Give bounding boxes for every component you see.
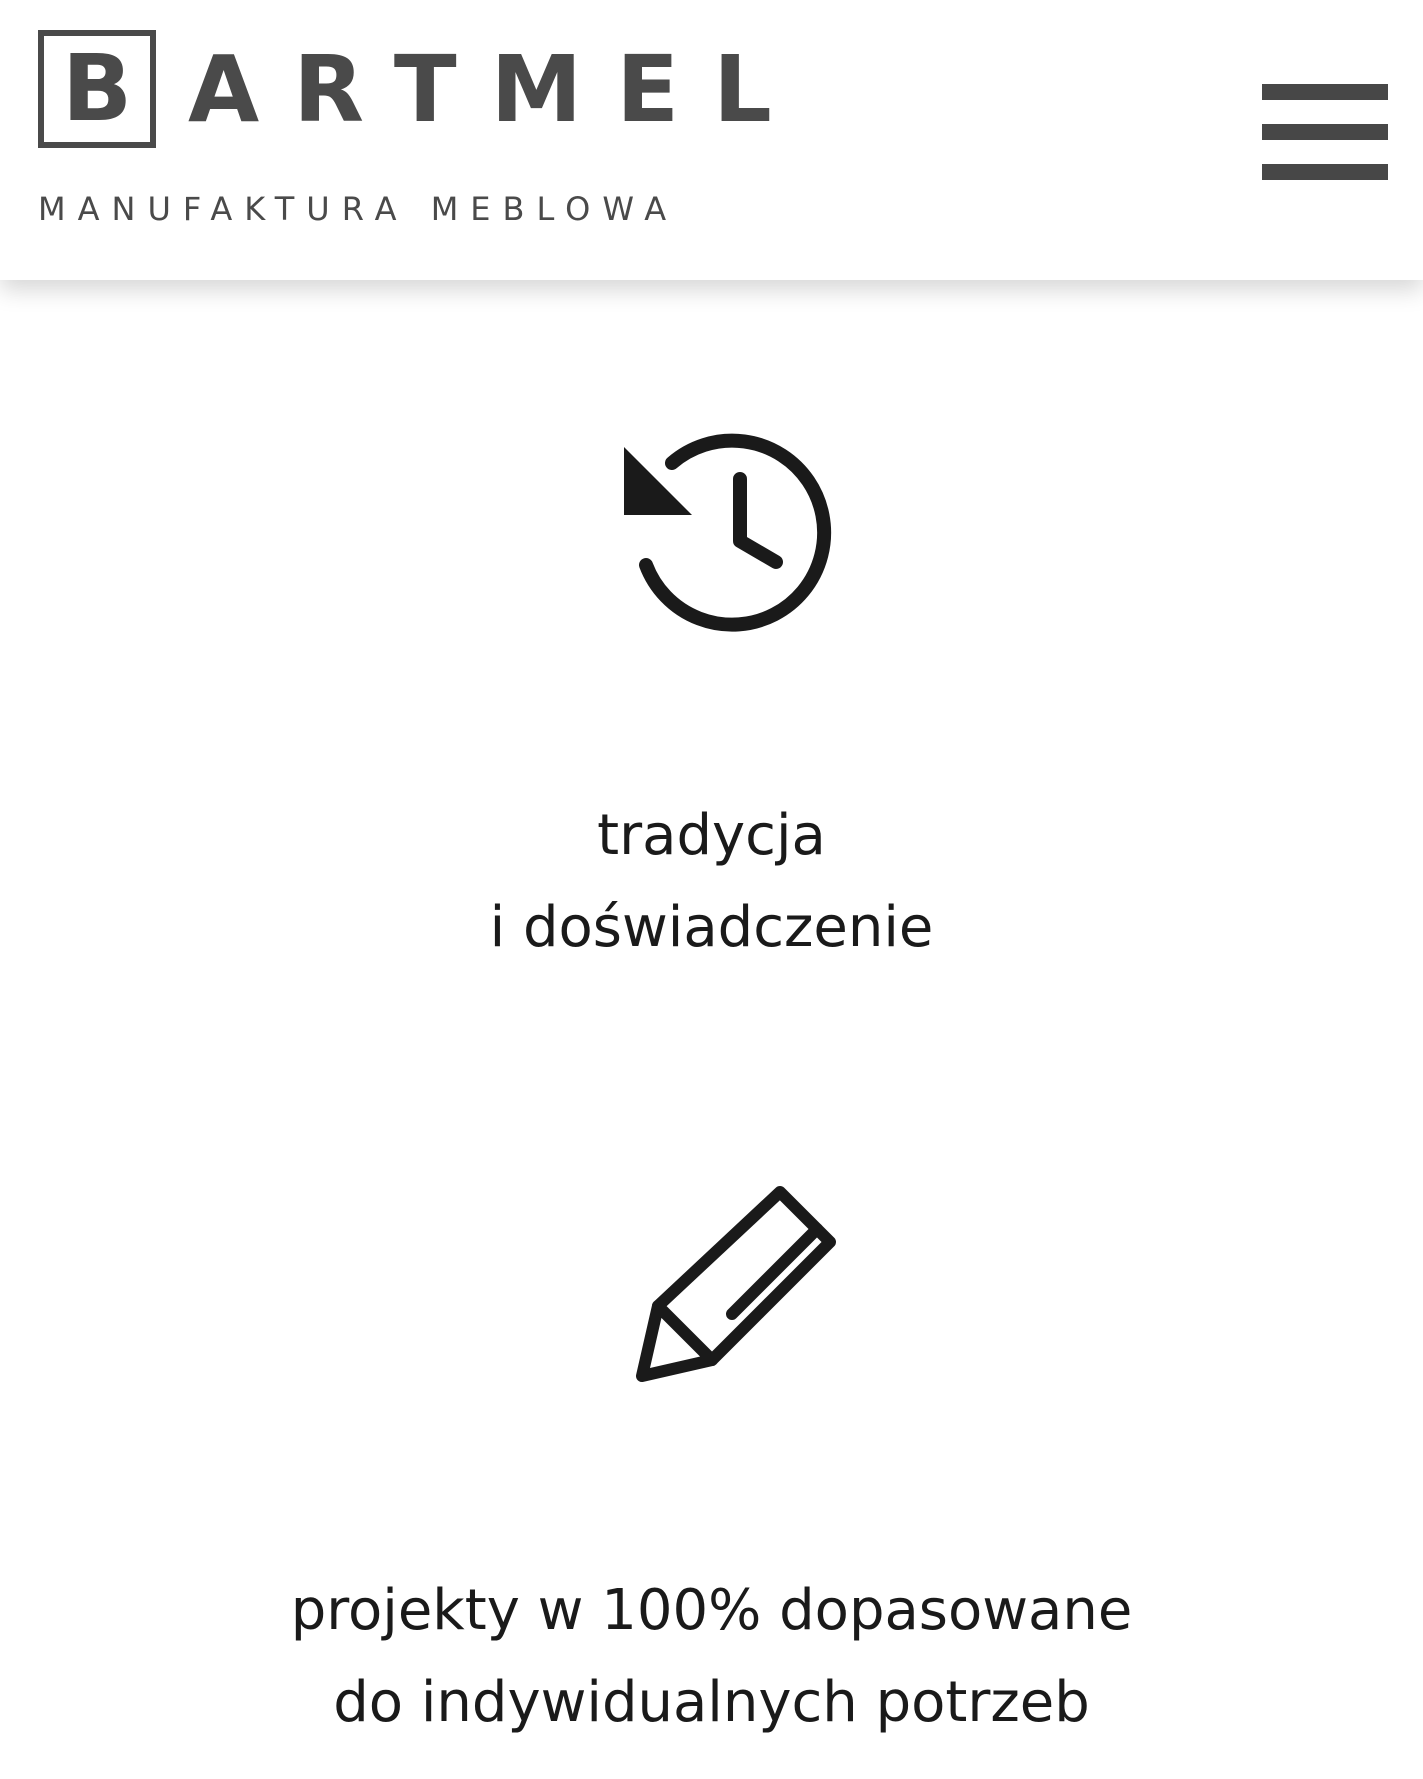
logo-tagline: MANUFAKTURA MEBLOWA: [38, 190, 679, 228]
hamburger-menu-icon[interactable]: [1262, 84, 1388, 180]
logo-letter: B: [61, 35, 133, 142]
pencil-icon: [636, 1186, 836, 1382]
menu-bar-middle: [1262, 124, 1388, 140]
feature-projects-line1: projekty w 100% dopasowane: [290, 1578, 1133, 1643]
site-header: B ARTMEL MANUFAKTURA MEBLOWA: [0, 0, 1423, 280]
menu-bar-top: [1262, 84, 1388, 100]
logo[interactable]: B ARTMEL MANUFAKTURA MEBLOWA: [38, 30, 772, 240]
history-clock-icon: [624, 433, 832, 632]
menu-bar-bottom: [1262, 164, 1388, 180]
logo-name: ARTMEL: [188, 36, 806, 143]
feature-tradition-line2: i doświadczenie: [489, 895, 934, 960]
feature-projects-line2: do indywidualnych potrzeb: [333, 1670, 1090, 1735]
features-section: tradycja i doświadczenie projekty w 100%…: [0, 280, 1423, 1779]
feature-tradition-line1: tradycja: [597, 803, 826, 868]
feature-text-tradition: tradycja i doświadczenie: [0, 790, 1423, 974]
feature-text-custom-projects: projekty w 100% dopasowane do indywidual…: [0, 1565, 1423, 1749]
